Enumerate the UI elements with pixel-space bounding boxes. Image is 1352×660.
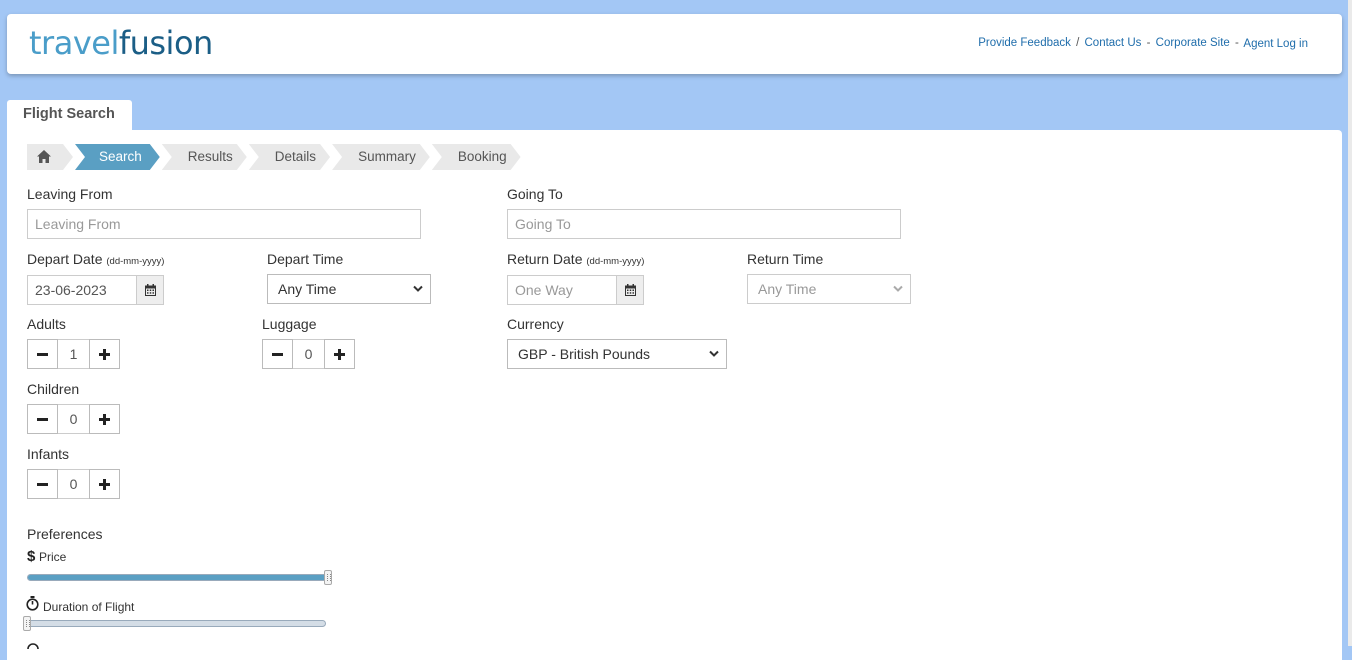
dollar-icon: $ — [27, 548, 36, 564]
chevron-down-icon — [893, 285, 903, 292]
duration-slider-track[interactable] — [27, 620, 326, 627]
stopwatch-icon — [26, 596, 39, 611]
currency-select[interactable]: GBP - British Pounds — [507, 339, 727, 369]
luggage-increment-button[interactable] — [324, 339, 355, 369]
site-header: travelfusion Provide Feedback / Contact … — [7, 14, 1342, 74]
duration-slider-handle[interactable] — [23, 616, 31, 631]
calendar-icon — [144, 284, 156, 296]
infants-decrement-button[interactable] — [27, 469, 58, 499]
link-separator: - — [1235, 37, 1239, 49]
going-to-input[interactable] — [507, 209, 901, 239]
adults-stepper: 1 — [27, 339, 120, 369]
breadcrumb-step-booking[interactable]: Booking — [432, 144, 521, 170]
adults-count[interactable]: 1 — [58, 339, 89, 369]
infants-label: Infants — [27, 446, 70, 462]
minus-icon — [37, 417, 48, 421]
travelfusion-logo[interactable]: travelfusion — [29, 24, 213, 62]
plus-icon — [99, 478, 110, 490]
top-links: Provide Feedback / Contact Us - Corporat… — [978, 37, 1308, 50]
adults-increment-button[interactable] — [89, 339, 120, 369]
link-separator: / — [1076, 37, 1080, 49]
luggage-count[interactable]: 0 — [293, 339, 324, 369]
infants-count[interactable]: 0 — [58, 469, 89, 499]
depart-date-calendar-button[interactable] — [136, 275, 164, 305]
leaving-from-input[interactable] — [27, 209, 421, 239]
breadcrumb-step-details[interactable]: Details — [249, 144, 330, 170]
depart-date-input[interactable]: 23-06-2023 — [27, 275, 137, 305]
return-date-label: Return Date (dd-mm-yyyy) — [507, 251, 645, 267]
corporate-site-link[interactable]: Corporate Site — [1156, 37, 1230, 49]
price-slider-handle[interactable] — [324, 570, 332, 585]
breadcrumb-step-summary[interactable]: Summary — [332, 144, 430, 170]
depart-date-label: Depart Date (dd-mm-yyyy) — [27, 251, 165, 267]
chevron-down-icon — [413, 285, 423, 292]
children-label: Children — [27, 381, 80, 397]
return-date-format-hint: (dd-mm-yyyy) — [586, 256, 645, 267]
depart-time-label: Depart Time — [267, 251, 344, 267]
svg-text:$: $ — [27, 548, 36, 564]
depart-time-select[interactable]: Any Time — [267, 274, 431, 304]
luggage-decrement-button[interactable] — [262, 339, 293, 369]
breadcrumb: Search Results Details Summary Booking — [27, 144, 523, 170]
breadcrumb-step-search[interactable]: Search — [75, 144, 160, 170]
adults-decrement-button[interactable] — [27, 339, 58, 369]
going-to-label: Going To — [507, 186, 563, 202]
children-count[interactable]: 0 — [58, 404, 89, 434]
plus-icon — [99, 348, 110, 360]
breadcrumb-home[interactable] — [27, 144, 73, 170]
return-date-calendar-button[interactable] — [616, 275, 644, 305]
duration-preference-label: Duration of Flight — [43, 600, 135, 614]
plus-icon — [99, 413, 110, 425]
children-stepper: 0 — [27, 404, 120, 434]
currency-label: Currency — [507, 316, 564, 332]
plus-icon — [334, 348, 345, 360]
infants-increment-button[interactable] — [89, 469, 120, 499]
return-time-select[interactable]: Any Time — [747, 274, 911, 304]
chevron-down-icon — [709, 350, 719, 357]
minus-icon — [37, 352, 48, 356]
price-slider-fill — [28, 575, 327, 580]
adults-label: Adults — [27, 316, 66, 332]
home-icon — [37, 150, 51, 163]
calendar-icon — [624, 284, 636, 296]
minus-icon — [37, 482, 48, 486]
leaving-from-label: Leaving From — [27, 186, 113, 202]
children-increment-button[interactable] — [89, 404, 120, 434]
agent-login-link[interactable]: Agent Log in — [1243, 38, 1308, 50]
breadcrumb-step-results[interactable]: Results — [162, 144, 247, 170]
page-scrollbar[interactable] — [1348, 0, 1352, 646]
tab-flight-search[interactable]: Flight Search — [7, 100, 132, 132]
minus-icon — [272, 352, 283, 356]
depart-date-format-hint: (dd-mm-yyyy) — [106, 256, 165, 267]
infants-stepper: 0 — [27, 469, 120, 499]
preferences-title: Preferences — [27, 526, 103, 542]
preference-icon — [27, 643, 39, 649]
flight-search-panel: Search Results Details Summary Booking L… — [7, 130, 1342, 660]
luggage-label: Luggage — [262, 316, 317, 332]
price-slider-track[interactable] — [27, 574, 328, 581]
children-decrement-button[interactable] — [27, 404, 58, 434]
provide-feedback-link[interactable]: Provide Feedback — [978, 37, 1071, 49]
link-separator: - — [1146, 37, 1151, 49]
return-date-input[interactable] — [507, 275, 617, 305]
luggage-stepper: 0 — [262, 339, 355, 369]
contact-us-link[interactable]: Contact Us — [1085, 37, 1142, 49]
price-preference-label: Price — [39, 550, 67, 564]
return-time-label: Return Time — [747, 251, 824, 267]
